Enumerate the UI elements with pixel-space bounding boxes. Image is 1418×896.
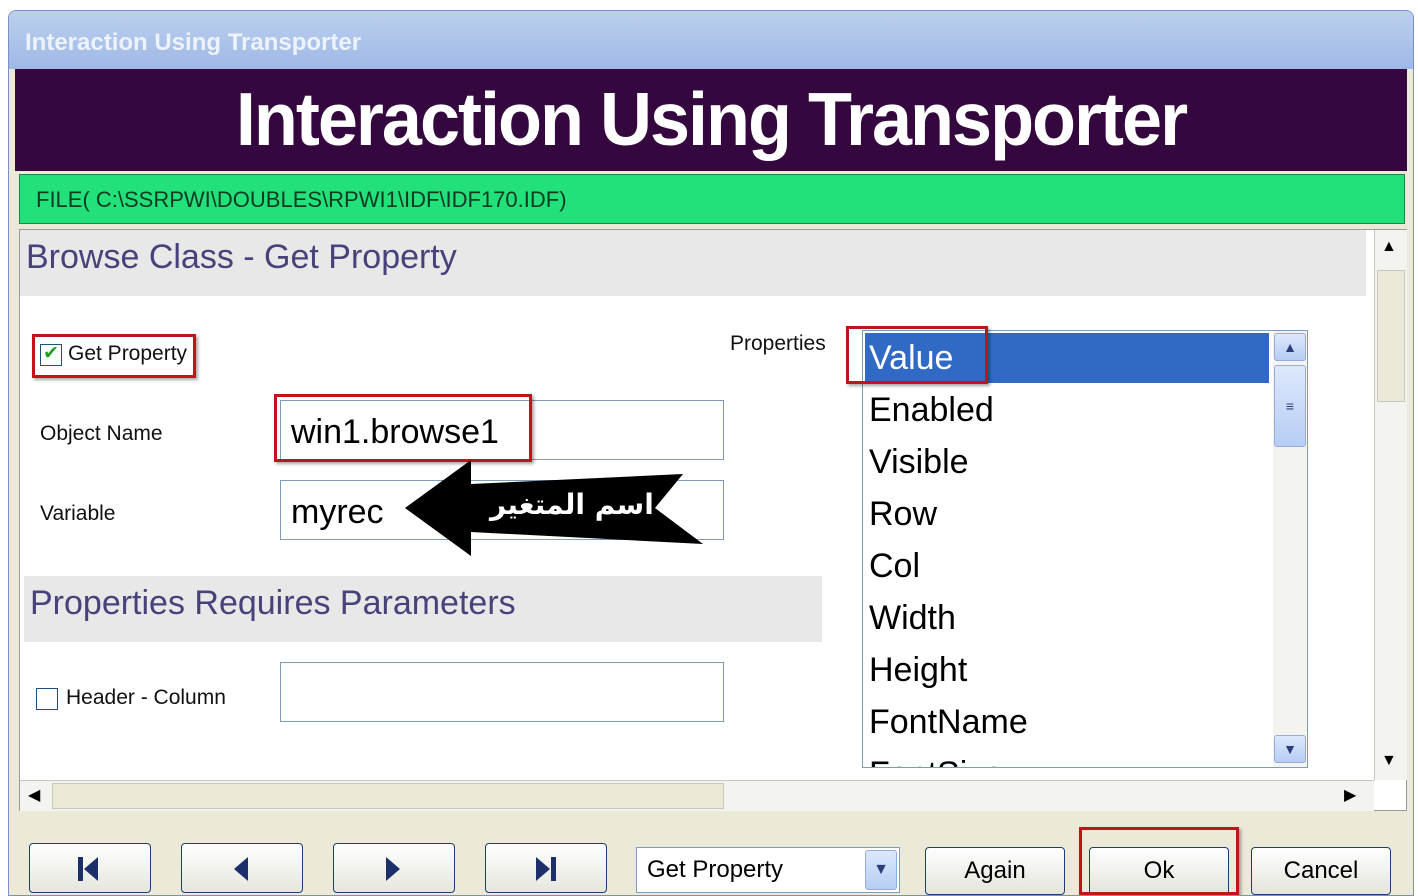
previous-record-button[interactable] bbox=[181, 843, 303, 893]
highlight-object-name bbox=[274, 394, 532, 462]
property-item-enabled[interactable]: Enabled bbox=[869, 385, 994, 435]
property-item-row[interactable]: Row bbox=[869, 489, 937, 539]
banner: Interaction Using Transporter bbox=[15, 69, 1407, 171]
window-title: Interaction Using Transporter bbox=[25, 29, 362, 56]
again-button[interactable]: Again bbox=[925, 847, 1065, 895]
section-header-browse: Browse Class - Get Property bbox=[20, 230, 1366, 296]
panel-vertical-scrollbar[interactable]: ▲ ▼ bbox=[1374, 230, 1407, 780]
object-name-label: Object Name bbox=[40, 422, 163, 445]
properties-scrollbar[interactable]: ▲ ≡ ▼ bbox=[1273, 331, 1307, 767]
file-path-bar: FILE( C:\SSRPWI\DOUBLES\RPWI1\IDF\IDF170… bbox=[19, 174, 1405, 224]
next-record-button[interactable] bbox=[333, 843, 455, 893]
title-bar[interactable]: Interaction Using Transporter bbox=[9, 11, 1413, 69]
first-record-icon bbox=[78, 857, 98, 881]
callout-text: اسم المتغير bbox=[490, 488, 654, 521]
section-header-parameters: Properties Requires Parameters bbox=[24, 576, 822, 642]
highlight-value-item bbox=[846, 326, 988, 384]
properties-listbox[interactable]: Value Enabled Visible Row Col Width Heig… bbox=[862, 330, 1308, 768]
previous-record-icon bbox=[234, 857, 248, 881]
first-record-button[interactable] bbox=[29, 843, 151, 893]
property-item-height[interactable]: Height bbox=[869, 645, 967, 695]
property-item-fontsize[interactable]: FontSize bbox=[869, 749, 1003, 767]
file-path: FILE( C:\SSRPWI\DOUBLES\RPWI1\IDF\IDF170… bbox=[36, 187, 567, 212]
cancel-button[interactable]: Cancel bbox=[1251, 847, 1391, 895]
header-column-checkbox[interactable] bbox=[36, 688, 58, 710]
property-item-width[interactable]: Width bbox=[869, 593, 956, 643]
last-record-icon bbox=[536, 857, 556, 881]
mode-select-value: Get Property bbox=[647, 856, 784, 883]
variable-label: Variable bbox=[40, 502, 116, 525]
scroll-right-arrow-icon[interactable]: ▶ bbox=[1344, 785, 1356, 805]
section-title-browse: Browse Class - Get Property bbox=[26, 238, 457, 276]
header-column-label: Header - Column bbox=[66, 686, 226, 709]
panel-scroll-thumb[interactable] bbox=[1377, 270, 1405, 402]
scroll-down-arrow-icon[interactable]: ▼ bbox=[1381, 752, 1397, 770]
property-item-col[interactable]: Col bbox=[869, 541, 920, 591]
chevron-down-icon[interactable]: ▼ bbox=[865, 850, 897, 890]
property-item-visible[interactable]: Visible bbox=[869, 437, 969, 487]
variable-value: myrec bbox=[291, 493, 384, 531]
section-title-parameters: Properties Requires Parameters bbox=[30, 584, 516, 622]
scroll-left-arrow-icon[interactable]: ◀ bbox=[28, 785, 40, 805]
panel-horizontal-scrollbar[interactable]: ◀ ▶ bbox=[20, 780, 1374, 811]
content-panel: Browse Class - Get Property Get Property… bbox=[19, 229, 1407, 811]
last-record-button[interactable] bbox=[485, 843, 607, 893]
panel-hscroll-thumb[interactable] bbox=[52, 783, 724, 809]
mode-select[interactable]: Get Property ▼ bbox=[636, 847, 900, 893]
next-record-icon bbox=[386, 857, 400, 881]
banner-title: Interaction Using Transporter bbox=[235, 78, 1188, 162]
scroll-thumb[interactable]: ≡ bbox=[1274, 365, 1306, 447]
header-column-input[interactable] bbox=[280, 662, 724, 722]
properties-label: Properties bbox=[730, 332, 826, 355]
highlight-get-property bbox=[32, 334, 196, 378]
scroll-up-arrow-icon[interactable]: ▲ bbox=[1381, 238, 1397, 256]
scroll-down-icon[interactable]: ▼ bbox=[1274, 735, 1306, 763]
highlight-ok-button bbox=[1079, 827, 1239, 895]
property-item-fontname[interactable]: FontName bbox=[869, 697, 1028, 747]
dialog-window: Interaction Using Transporter Interactio… bbox=[8, 10, 1414, 896]
scroll-up-icon[interactable]: ▲ bbox=[1274, 333, 1306, 361]
